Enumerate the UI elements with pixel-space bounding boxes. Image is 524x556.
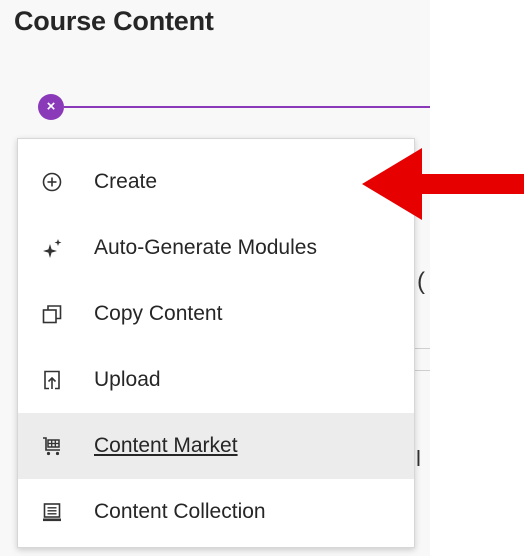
page-title: Course Content (14, 6, 214, 36)
menu-item-label: Auto-Generate Modules (94, 236, 317, 259)
menu-item-upload[interactable]: Upload (18, 347, 414, 413)
annotation-arrow (362, 142, 524, 231)
upload-icon (40, 368, 64, 392)
menu-item-content-market[interactable]: Content Market (18, 413, 414, 479)
menu-item-label: Content Collection (94, 500, 266, 523)
background-content-fragment: ( (417, 268, 425, 295)
menu-item-label: Create (94, 170, 158, 193)
menu-item-content-collection[interactable]: Content Collection (18, 479, 414, 545)
page: Course Content × ( l Create Auto-Generat… (0, 0, 524, 556)
copy-icon (40, 302, 64, 326)
menu-item-auto-generate-modules[interactable]: Auto-Generate Modules (18, 215, 414, 281)
cart-icon (40, 434, 64, 458)
background-content-fragment: l (416, 446, 421, 471)
menu-item-label: Content Market (94, 434, 238, 457)
add-content-menu: Create Auto-Generate Modules Copy Conten… (17, 138, 415, 548)
menu-item-label: Upload (94, 368, 161, 391)
menu-item-label: Copy Content (94, 302, 223, 325)
collection-icon (40, 500, 64, 524)
close-menu-button[interactable]: × (38, 94, 64, 120)
sparkle-icon (40, 236, 64, 260)
menu-item-create[interactable]: Create (18, 149, 414, 215)
plus-circle-icon (40, 170, 64, 194)
insert-divider-line (64, 106, 430, 108)
close-icon: × (46, 98, 56, 115)
menu-item-copy-content[interactable]: Copy Content (18, 281, 414, 347)
